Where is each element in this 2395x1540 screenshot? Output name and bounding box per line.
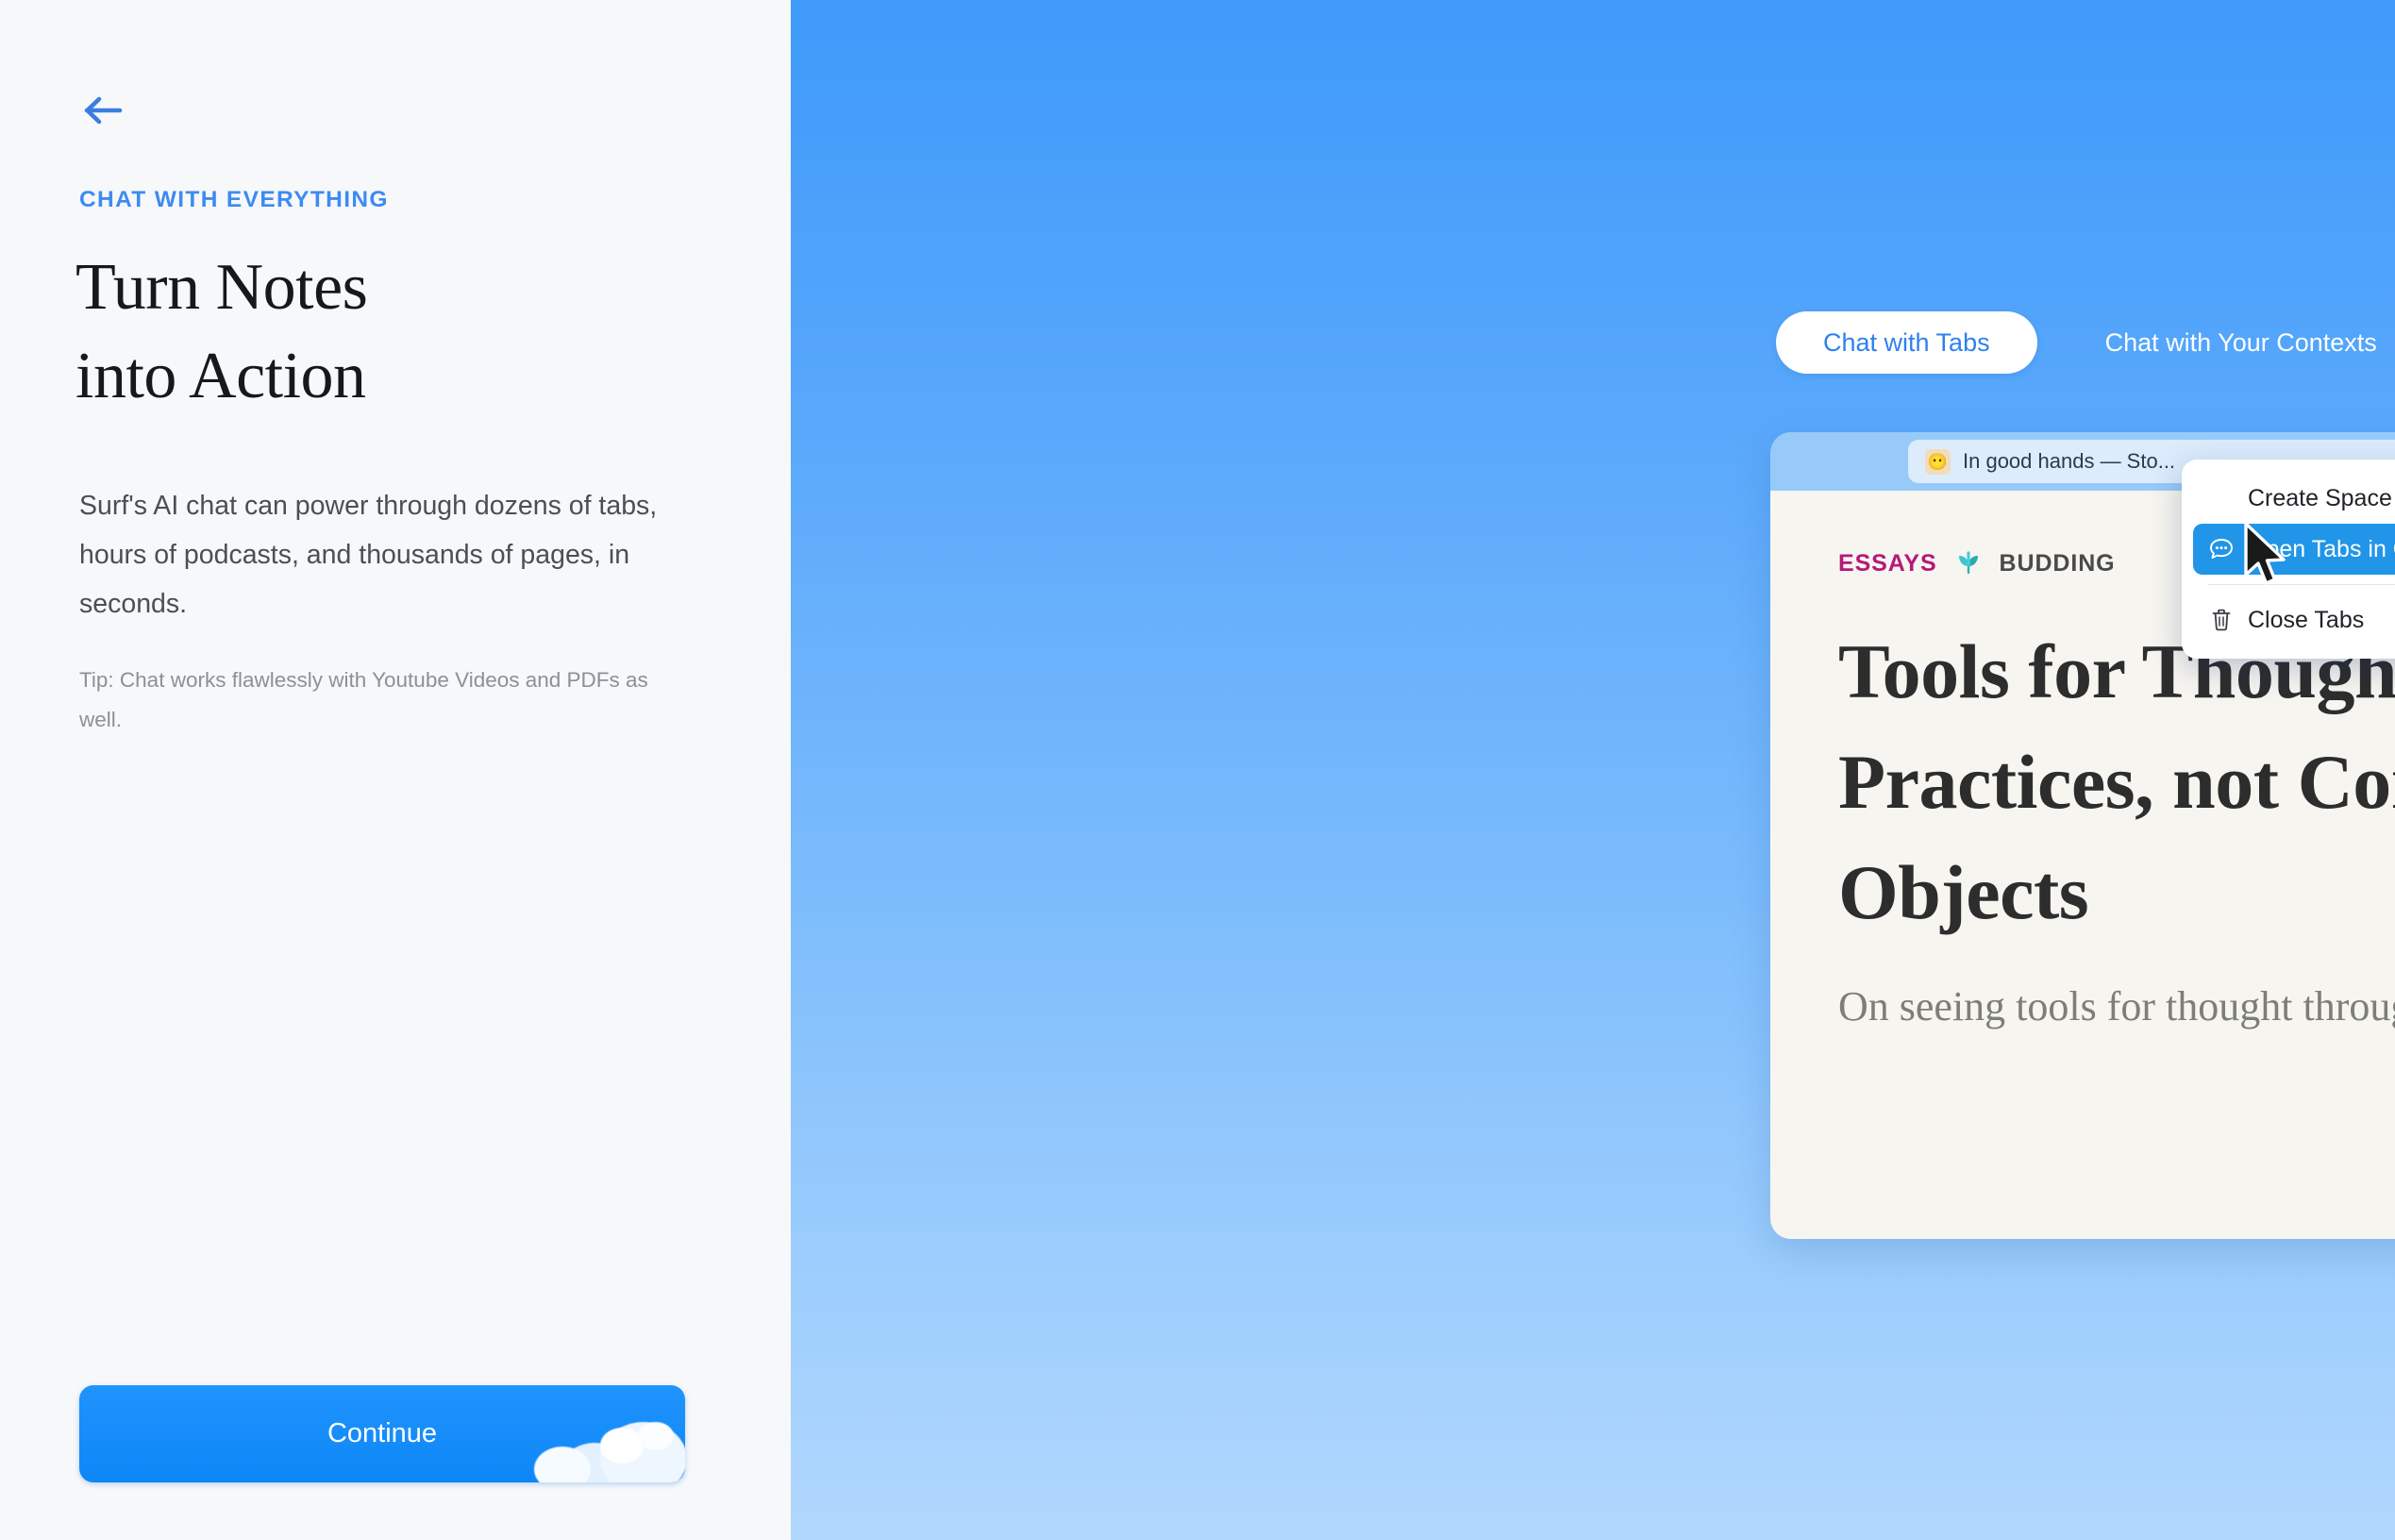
browser-tab-1-title: In good hands — Sto... bbox=[1963, 449, 2176, 473]
tab-chat-with-your-contexts[interactable]: Chat with Your Contexts bbox=[2069, 311, 2395, 374]
menu-item-close-tabs-label: Close Tabs bbox=[2248, 606, 2365, 633]
menu-item-create-space-label: Create Space bbox=[2248, 484, 2392, 511]
menu-item-open-tabs-in-chat[interactable]: Open Tabs in Chat bbox=[2193, 524, 2395, 575]
cloud-decoration bbox=[502, 1386, 685, 1482]
back-button[interactable] bbox=[81, 83, 143, 138]
page-title: Turn Notes into Action bbox=[75, 243, 736, 421]
chat-bubble-icon bbox=[2208, 536, 2235, 562]
article-title-line-2: Practices, not Computational bbox=[1838, 739, 2395, 825]
menu-item-close-tabs[interactable]: Close Tabs bbox=[2193, 594, 2395, 645]
tip-text: Tip: Chat works flawlessly with Youtube … bbox=[79, 668, 648, 731]
menu-item-create-space[interactable]: Create Space bbox=[2193, 473, 2395, 524]
menu-divider bbox=[2208, 584, 2395, 585]
article-title: Tools for Thought as Cultural Practices,… bbox=[1838, 616, 2395, 947]
arrow-left-icon bbox=[84, 96, 123, 125]
kicker-category[interactable]: ESSAYS bbox=[1838, 550, 1937, 578]
article-title-line-3: Objects bbox=[1838, 849, 2089, 935]
page-title-line-2: into Action bbox=[75, 340, 366, 412]
page-title-line-1: Turn Notes bbox=[75, 251, 368, 324]
feature-tabs: Chat with Tabs Chat with Your Contexts C… bbox=[1776, 311, 2395, 374]
onboarding-screen: CHAT WITH EVERYTHING Turn Notes into Acti… bbox=[0, 0, 2395, 1540]
article-subtitle: On seeing tools for thought through a hi… bbox=[1838, 983, 2395, 1029]
kicker-publication[interactable]: BUDDING bbox=[2000, 550, 2116, 578]
tab-context-menu: Create Space Open Tabs in Chat bbox=[2182, 460, 2395, 659]
section-eyebrow: CHAT WITH EVERYTHING bbox=[79, 187, 389, 212]
tab-chat-with-tabs[interactable]: Chat with Tabs bbox=[1776, 311, 2037, 374]
face-icon: 😶 bbox=[1925, 448, 1951, 475]
onboarding-sidebar: CHAT WITH EVERYTHING Turn Notes into Acti… bbox=[0, 0, 791, 1540]
description-text: Surf's AI chat can power through dozens … bbox=[79, 491, 658, 619]
menu-item-open-tabs-in-chat-label: Open Tabs in Chat bbox=[2248, 535, 2395, 562]
preview-stage: Chat with Tabs Chat with Your Contexts C… bbox=[791, 0, 2395, 1540]
trash-icon bbox=[2208, 607, 2235, 633]
sprout-icon bbox=[1954, 547, 1983, 580]
continue-button-label: Continue bbox=[327, 1418, 438, 1448]
continue-button[interactable]: Continue bbox=[79, 1385, 685, 1482]
